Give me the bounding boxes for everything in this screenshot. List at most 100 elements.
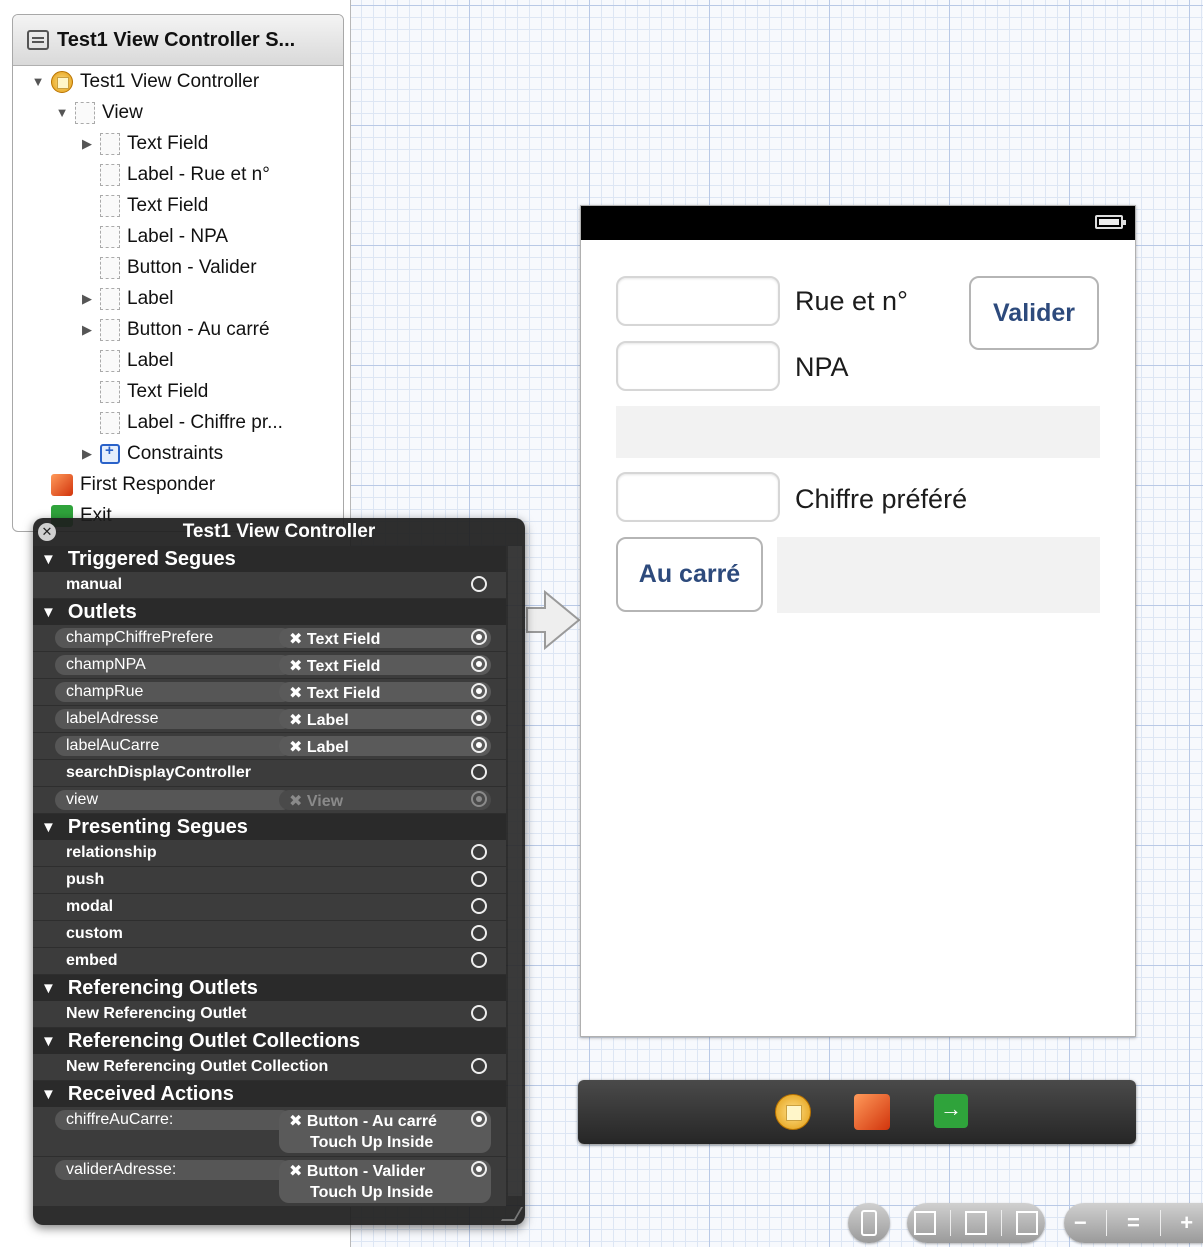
outline-item-label-rue[interactable]: ▶ Label - Rue et n° <box>13 159 343 190</box>
remove-connection-icon[interactable]: ✖ <box>289 712 302 729</box>
outlet-row[interactable]: searchDisplayController <box>33 760 506 787</box>
connection-row[interactable]: custom <box>33 921 506 948</box>
zoom-fit-icon[interactable]: = <box>1127 1210 1140 1236</box>
section-referencing-outlets[interactable]: ▼ Referencing Outlets <box>33 975 506 1001</box>
connection-circle-icon[interactable] <box>471 1111 487 1127</box>
connection-row[interactable]: New Referencing Outlet Collection <box>33 1054 506 1081</box>
outlet-row[interactable]: champRue ✖ Text Field <box>33 679 506 706</box>
align-icon[interactable] <box>914 1211 936 1235</box>
chiffre-text-field[interactable] <box>616 472 780 522</box>
outline-item-text-field[interactable]: ▶ Text Field <box>13 190 343 221</box>
disclosure-triangle-icon[interactable]: ▼ <box>41 604 56 621</box>
outline-item-label[interactable]: ▶ Label <box>13 345 343 376</box>
outlet-row[interactable]: champChiffrePrefere ✖ Text Field <box>33 625 506 652</box>
device-form-factor-button[interactable] <box>848 1203 890 1243</box>
disclosure-triangle-icon[interactable]: ▶ <box>80 136 94 152</box>
outline-item-constraints[interactable]: ▶ Constraints <box>13 438 343 469</box>
outline-header[interactable]: Test1 View Controller S... <box>13 15 343 66</box>
outline-item-view[interactable]: ▼ View <box>13 97 343 128</box>
remove-connection-icon[interactable]: ✖ <box>289 1163 302 1180</box>
connection-circle-icon[interactable] <box>471 871 487 887</box>
view-controller-icon[interactable] <box>775 1094 811 1130</box>
adresse-label <box>616 406 1100 458</box>
outline-item-button-au-carre[interactable]: ▶ Button - Au carré <box>13 314 343 345</box>
disclosure-triangle-icon[interactable]: ▶ <box>80 322 94 338</box>
disclosure-triangle-icon[interactable]: ▶ <box>80 291 94 307</box>
disclosure-triangle-icon[interactable]: ▼ <box>41 1086 56 1103</box>
view-controller-scene[interactable]: Rue et n° Valider NPA Chiffre préféré Au… <box>580 205 1136 1037</box>
npa-text-field[interactable] <box>616 341 780 391</box>
valider-button[interactable]: Valider <box>969 276 1099 350</box>
resolve-icon[interactable] <box>1016 1211 1038 1235</box>
action-row[interactable]: chiffreAuCarre: ✖ Button - Au carré Touch … <box>33 1107 506 1157</box>
connection-row[interactable]: New Referencing Outlet <box>33 1001 506 1028</box>
section-presenting-segues[interactable]: ▼ Presenting Segues <box>33 814 506 840</box>
connection-circle-icon[interactable] <box>471 1161 487 1177</box>
connection-circle-icon[interactable] <box>471 576 487 592</box>
connection-circle-icon[interactable] <box>471 898 487 914</box>
connection-row[interactable]: relationship <box>33 840 506 867</box>
exit-icon[interactable] <box>934 1094 968 1128</box>
connections-hud[interactable]: ✕ Test1 View Controller ▼ Triggered Segue… <box>33 518 525 1225</box>
section-triggered-segues[interactable]: ▼ Triggered Segues <box>33 546 506 572</box>
connection-circle-icon[interactable] <box>471 710 487 726</box>
outline-item-label-chiffre[interactable]: ▶ Label - Chiffre pr... <box>13 407 343 438</box>
outline-item-first-responder[interactable]: ▶ First Responder <box>13 469 343 500</box>
connection-circle-icon[interactable] <box>471 737 487 753</box>
connection-row[interactable]: modal <box>33 894 506 921</box>
disclosure-triangle-icon[interactable]: ▼ <box>41 1033 56 1050</box>
pin-icon[interactable] <box>965 1211 987 1235</box>
connection-circle-icon[interactable] <box>471 925 487 941</box>
outline-item-text-field[interactable]: ▶ Text Field <box>13 376 343 407</box>
remove-connection-icon[interactable]: ✖ <box>289 685 302 702</box>
section-outlets[interactable]: ▼ Outlets <box>33 599 506 625</box>
outline-item-label[interactable]: ▶ Label <box>13 283 343 314</box>
connection-circle-icon[interactable] <box>471 683 487 699</box>
scene-dock <box>578 1080 1136 1144</box>
outline-item-label: Label - Rue et n° <box>127 163 270 185</box>
section-received-actions[interactable]: ▼ Received Actions <box>33 1081 506 1107</box>
outline-item-label-npa[interactable]: ▶ Label - NPA <box>13 221 343 252</box>
section-referencing-outlet-collections[interactable]: ▼ Referencing Outlet Collections <box>33 1028 506 1054</box>
connection-circle-icon[interactable] <box>471 1058 487 1074</box>
connection-circle-icon[interactable] <box>471 629 487 645</box>
disclosure-triangle-icon[interactable]: ▼ <box>41 980 56 997</box>
zoom-out-icon[interactable]: − <box>1074 1210 1087 1236</box>
disclosure-triangle-icon[interactable]: ▼ <box>41 551 56 568</box>
connection-circle-icon[interactable] <box>471 656 487 672</box>
disclosure-triangle-icon[interactable]: ▼ <box>31 74 45 89</box>
connection-row[interactable]: manual <box>33 572 506 599</box>
connection-row[interactable]: embed <box>33 948 506 975</box>
outlet-row[interactable]: labelAdresse ✖ Label <box>33 706 506 733</box>
connection-circle-icon[interactable] <box>471 764 487 780</box>
outline-item-button-valider[interactable]: ▶ Button - Valider <box>13 252 343 283</box>
label-icon <box>100 163 120 186</box>
outlet-row[interactable]: view ✖ View <box>33 787 506 814</box>
first-responder-icon[interactable] <box>854 1094 890 1130</box>
au-carre-button[interactable]: Au carré <box>616 537 763 612</box>
remove-connection-icon[interactable]: ✖ <box>289 658 302 675</box>
rue-text-field[interactable] <box>616 276 780 326</box>
connection-circle-icon[interactable] <box>471 1005 487 1021</box>
disclosure-triangle-icon[interactable]: ▶ <box>80 446 94 462</box>
disclosure-triangle-icon[interactable]: ▼ <box>41 819 56 836</box>
connection-circle-icon[interactable] <box>471 844 487 860</box>
remove-connection-icon[interactable]: ✖ <box>289 1113 302 1130</box>
outlet-row[interactable]: champNPA ✖ Text Field <box>33 652 506 679</box>
close-icon[interactable]: ✕ <box>38 523 56 541</box>
connection-circle-icon[interactable] <box>471 952 487 968</box>
remove-connection-icon[interactable]: ✖ <box>289 631 302 648</box>
hud-scrollbar[interactable] <box>508 546 522 1196</box>
outlet-row[interactable]: labelAuCarre ✖ Label <box>33 733 506 760</box>
remove-connection-icon[interactable]: ✖ <box>289 793 302 810</box>
resize-grip-icon[interactable] <box>500 1207 524 1221</box>
disclosure-triangle-icon[interactable]: ▼ <box>55 105 69 120</box>
remove-connection-icon[interactable]: ✖ <box>289 739 302 756</box>
zoom-in-icon[interactable]: + <box>1180 1210 1193 1236</box>
connection-circle-icon[interactable] <box>471 791 487 807</box>
connection-row[interactable]: push <box>33 867 506 894</box>
outline-item-view-controller[interactable]: ▼ Test1 View Controller <box>13 66 343 97</box>
outline-item-text-field[interactable]: ▶ Text Field <box>13 128 343 159</box>
scene-icon <box>27 30 49 50</box>
action-row[interactable]: validerAdresse: ✖ Button - Valider Touch U… <box>33 1157 506 1207</box>
